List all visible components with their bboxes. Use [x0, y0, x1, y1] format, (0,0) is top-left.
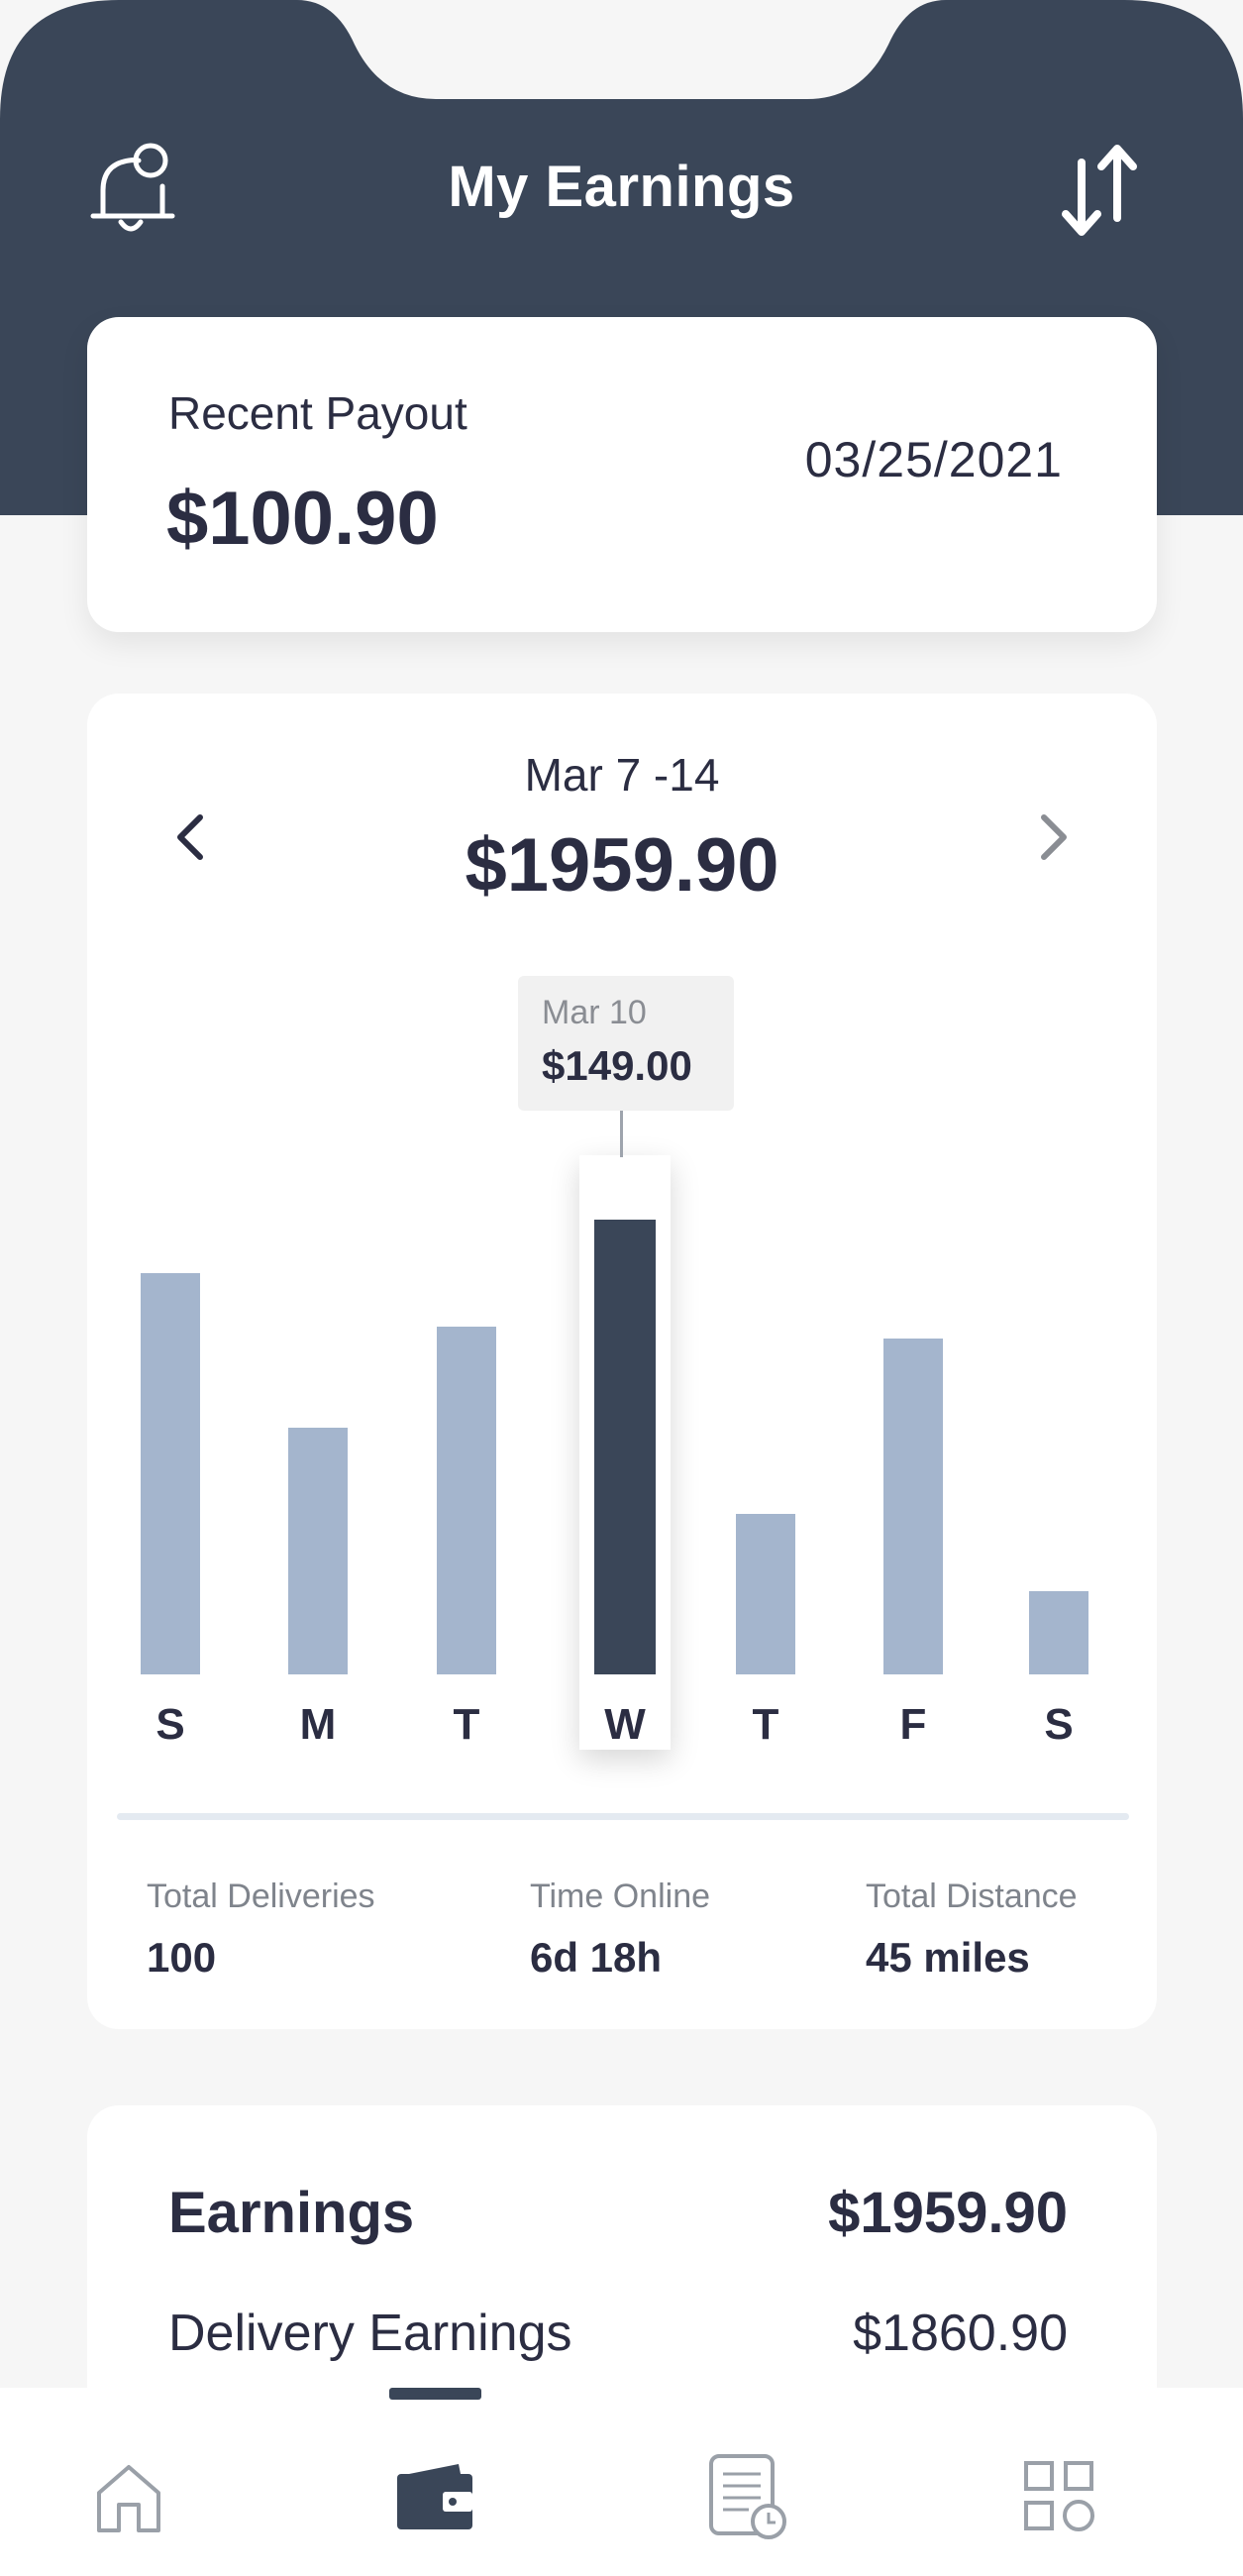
wallet-icon[interactable]	[370, 2442, 499, 2551]
earnings-total: $1959.90	[828, 2181, 1068, 2245]
chart-day-label: T	[454, 1700, 480, 1749]
recent-payout-amount: $100.90	[166, 477, 439, 561]
stat-value: 6d 18h	[530, 1934, 663, 1981]
stat-time-online: Time Online 6d 18h	[530, 1878, 710, 1982]
chart-day-label: T	[753, 1700, 779, 1749]
bottom-navigation	[0, 2388, 1243, 2576]
chart-day-label: S	[1044, 1700, 1073, 1749]
recent-payout-date: 03/25/2021	[804, 432, 1063, 487]
weekly-earnings-card: Mar 7 -14 $1959.90 SMTWTFS Mar 10 $149.0…	[87, 694, 1157, 2029]
chart-day-label: W	[604, 1700, 646, 1749]
recent-payout-label: Recent Payout	[168, 387, 467, 439]
chart-bar[interactable]	[141, 1273, 200, 1674]
earnings-title: Earnings	[168, 2181, 415, 2245]
delivery-earnings-value: $1860.90	[853, 2305, 1068, 2362]
active-tab-indicator	[389, 2388, 481, 2400]
chart-bar[interactable]	[736, 1514, 795, 1674]
chart-bar[interactable]	[594, 1220, 656, 1674]
chart-day-label: F	[900, 1700, 927, 1749]
stat-label: Total Distance	[866, 1878, 1078, 1915]
stat-total-deliveries: Total Deliveries 100	[147, 1878, 375, 1982]
apps-grid-icon[interactable]	[995, 2442, 1124, 2551]
divider	[117, 1813, 1129, 1820]
tooltip-value: $149.00	[542, 1042, 692, 1089]
chart-bar[interactable]	[437, 1327, 496, 1674]
tooltip-date: Mar 10	[542, 994, 647, 1031]
chart-bar[interactable]	[1029, 1591, 1088, 1674]
stat-total-distance: Total Distance 45 miles	[866, 1878, 1078, 1982]
chart-day-label: M	[300, 1700, 337, 1749]
chart-bar[interactable]	[883, 1339, 943, 1674]
stat-value: 100	[147, 1934, 217, 1981]
tooltip-connector	[620, 1111, 623, 1157]
delivery-earnings-label: Delivery Earnings	[168, 2305, 572, 2362]
sort-arrows-icon[interactable]	[1040, 131, 1159, 250]
chart-day-label: S	[155, 1700, 184, 1749]
orders-history-icon[interactable]	[683, 2442, 812, 2551]
weekly-bar-chart[interactable]: SMTWTFS	[87, 694, 1157, 1783]
stat-value: 45 miles	[866, 1934, 1030, 1981]
home-icon[interactable]	[64, 2442, 193, 2551]
recent-payout-card[interactable]: Recent Payout $100.90 03/25/2021	[87, 317, 1157, 632]
chart-tooltip: Mar 10 $149.00	[518, 976, 734, 1111]
stat-label: Time Online	[530, 1878, 711, 1915]
chart-bar[interactable]	[288, 1428, 348, 1674]
stat-label: Total Deliveries	[147, 1878, 375, 1915]
